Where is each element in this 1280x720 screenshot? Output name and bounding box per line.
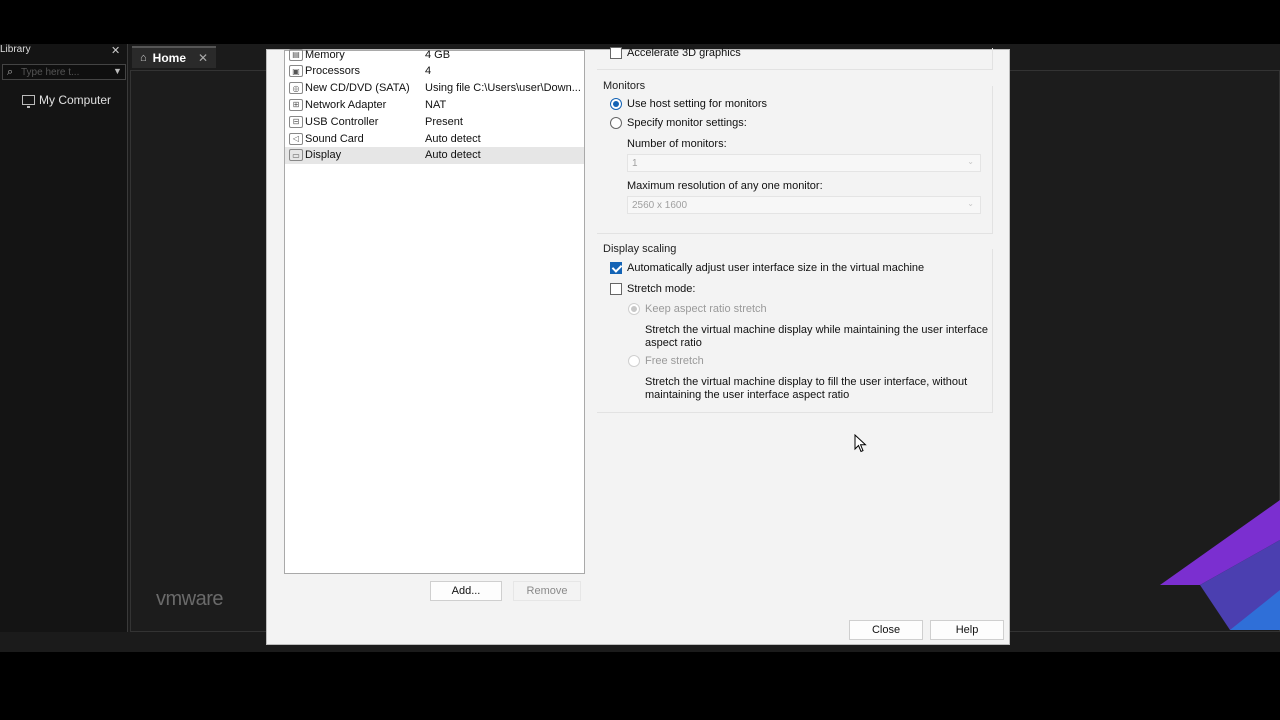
cpu-icon: ▣ xyxy=(289,65,303,78)
vm-settings-dialog: ▤ Memory 4 GB ▣ Processors 4 ◎ New CD/DVD (SATA… xyxy=(266,47,1010,645)
library-search-input[interactable] xyxy=(21,66,107,79)
device-name: New CD/DVD (SATA) xyxy=(305,82,410,95)
device-summary: Using file C:\Users\user\Down... xyxy=(425,82,581,95)
auto-adjust-option[interactable]: Automatically adjust user interface size… xyxy=(610,262,924,274)
device-name: Memory xyxy=(305,48,345,61)
chevron-down-icon: ⌄ xyxy=(967,199,974,208)
tab-home[interactable]: ⌂ Home ✕ xyxy=(132,46,216,68)
device-summary: NAT xyxy=(425,98,447,111)
help-button[interactable]: Help xyxy=(930,620,1004,640)
tab-close-icon[interactable]: ✕ xyxy=(198,51,208,65)
hardware-device-list[interactable]: ▤ Memory 4 GB ▣ Processors 4 ◎ New CD/DVD (SATA… xyxy=(284,48,585,574)
free-stretch-radio[interactable] xyxy=(628,355,640,367)
device-summary: Auto detect xyxy=(425,132,481,145)
stretch-mode-checkbox[interactable] xyxy=(610,283,622,295)
free-stretch-description: Stretch the virtual machine display to f… xyxy=(645,376,968,401)
num-monitors-select[interactable]: 1 ⌄ xyxy=(627,154,981,172)
keep-aspect-label: Keep aspect ratio stretch xyxy=(645,303,767,315)
device-name: USB Controller xyxy=(305,115,379,128)
memory-icon: ▤ xyxy=(289,48,303,61)
library-panel: Library ✕ ⌕ ▼ My Computer xyxy=(0,44,128,632)
chevron-down-icon[interactable]: ▼ xyxy=(113,66,122,76)
specify-label: Specify monitor settings: xyxy=(627,117,747,129)
device-summary: 4 xyxy=(425,65,432,78)
device-name: Sound Card xyxy=(305,132,364,145)
chevron-down-icon: ⌄ xyxy=(967,157,974,166)
device-row[interactable]: ▭ Display Auto detect xyxy=(285,146,584,164)
stretch-mode-option[interactable]: Stretch mode: xyxy=(610,283,695,295)
free-stretch-label: Free stretch xyxy=(645,355,704,367)
num-monitors-value: 1 xyxy=(632,157,638,169)
use-host-monitors-option[interactable]: Use host setting for monitors xyxy=(610,98,767,110)
device-row[interactable]: ▣ Processors 4 xyxy=(285,63,584,80)
free-stretch-option[interactable]: Free stretch xyxy=(628,355,704,367)
mouse-cursor-icon xyxy=(854,434,867,453)
device-row[interactable]: ◁ Sound Card Auto detect xyxy=(285,130,584,147)
home-icon: ⌂ xyxy=(140,52,147,64)
num-monitors-label: Number of monitors: xyxy=(627,138,727,150)
vmware-logo: vmware xyxy=(156,588,224,610)
network-icon: ⊞ xyxy=(289,98,303,111)
auto-adjust-checkbox[interactable] xyxy=(610,262,622,274)
device-summary: 4 GB xyxy=(425,48,451,61)
device-summary: Auto detect xyxy=(425,149,481,162)
add-device-button[interactable]: Add... xyxy=(430,581,502,601)
library-title: Library xyxy=(0,44,31,55)
max-resolution-select[interactable]: 2560 x 1600 ⌄ xyxy=(627,196,981,214)
keep-aspect-description: Stretch the virtual machine display whil… xyxy=(645,324,989,349)
use-host-label: Use host setting for monitors xyxy=(627,98,768,110)
remove-device-button[interactable]: Remove xyxy=(513,581,581,601)
decorative-graphic xyxy=(1160,500,1280,630)
stretch-mode-label: Stretch mode: xyxy=(627,283,696,295)
display-icon: ▭ xyxy=(289,149,303,162)
use-host-radio[interactable] xyxy=(610,98,622,110)
specify-monitors-option[interactable]: Specify monitor settings: xyxy=(610,117,747,129)
device-name: Processors xyxy=(305,65,361,78)
device-name: Network Adapter xyxy=(305,98,387,111)
auto-adjust-label: Automatically adjust user interface size… xyxy=(627,262,925,274)
specify-radio[interactable] xyxy=(610,117,622,129)
keep-aspect-radio[interactable] xyxy=(628,303,640,315)
max-res-value: 2560 x 1600 xyxy=(632,199,688,211)
tab-label: Home xyxy=(152,51,186,65)
computer-icon xyxy=(22,95,35,108)
device-row[interactable]: ▤ Memory 4 GB xyxy=(285,46,584,63)
max-res-label: Maximum resolution of any one monitor: xyxy=(627,180,823,192)
close-button[interactable]: Close xyxy=(849,620,923,640)
library-search-box[interactable]: ⌕ ▼ xyxy=(2,64,126,80)
cd-icon: ◎ xyxy=(289,82,303,95)
device-row[interactable]: ⊟ USB Controller Present xyxy=(285,113,584,130)
top-letterbox xyxy=(0,0,1280,44)
search-icon: ⌕ xyxy=(7,66,14,78)
device-summary: Present xyxy=(425,115,463,128)
bottom-letterbox xyxy=(0,652,1280,720)
device-row[interactable]: ⊞ Network Adapter NAT xyxy=(285,96,584,113)
device-row[interactable]: ◎ New CD/DVD (SATA) Using file C:\Users\us… xyxy=(285,80,584,97)
device-name: Display xyxy=(305,149,342,162)
sound-icon: ◁ xyxy=(289,132,303,145)
tree-item-label: My Computer xyxy=(39,93,112,107)
keep-aspect-option[interactable]: Keep aspect ratio stretch xyxy=(628,303,767,315)
tree-item-my-computer[interactable]: My Computer xyxy=(22,93,112,108)
3d-group-frame xyxy=(597,48,993,70)
library-close-icon[interactable]: ✕ xyxy=(111,44,120,57)
usb-icon: ⊟ xyxy=(289,115,303,128)
